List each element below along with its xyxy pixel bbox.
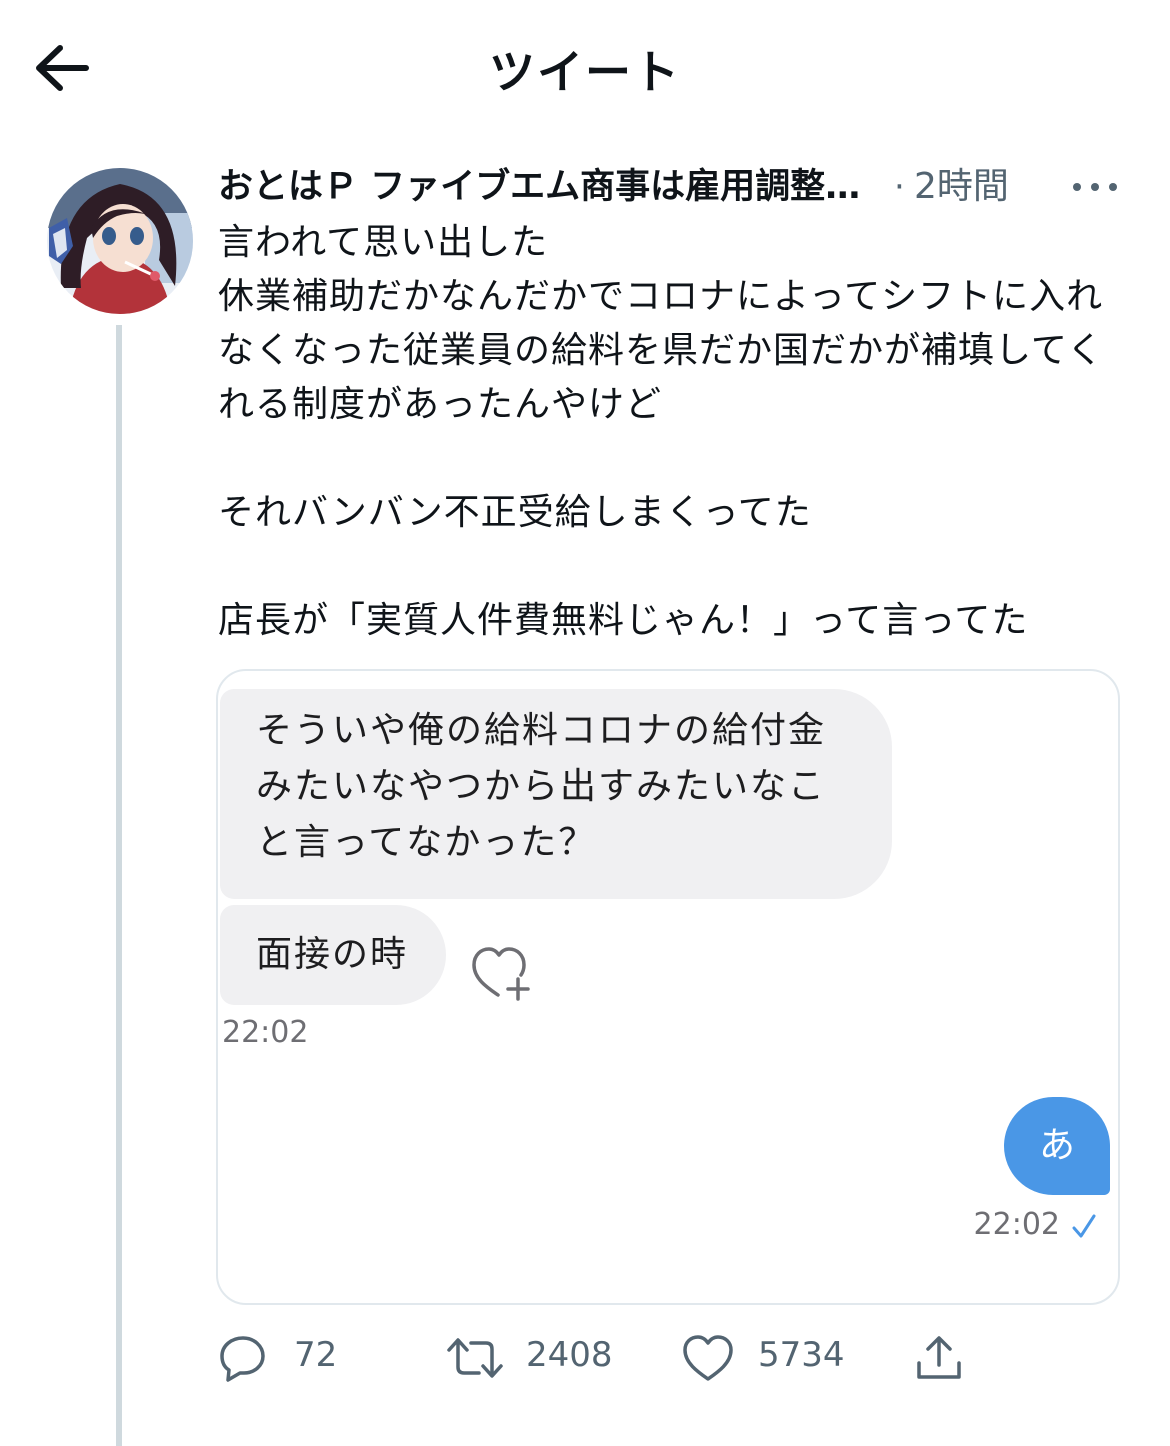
heart-icon	[683, 1335, 733, 1381]
tweet-actions-bar: 72 2408 5734	[0, 1325, 1170, 1395]
attached-image-chat-screenshot[interactable]: そういや俺の給料コロナの給付金みたいなやつから出すみたいなこと言ってなかった？ …	[216, 669, 1120, 1305]
reply-button[interactable]: 72	[218, 1325, 358, 1391]
chat-bubble-incoming: 面接の時	[220, 905, 446, 1005]
chat-bubble-outgoing: あ	[1004, 1097, 1110, 1195]
author-avatar[interactable]	[47, 168, 193, 314]
author-name[interactable]: おとはＰ ファイブエム商事は雇用調整助成金受給	[218, 162, 888, 212]
share-icon	[917, 1336, 961, 1379]
like-button[interactable]: 5734	[682, 1325, 862, 1391]
page-title: ツイート	[489, 45, 681, 99]
read-check-icon	[1072, 1214, 1096, 1238]
message-time-sent: 22:02	[973, 1207, 1060, 1242]
more-options-icon[interactable]	[1070, 174, 1120, 200]
top-bar: ツイート	[0, 0, 1170, 130]
retweet-count: 2408	[526, 1335, 613, 1375]
retweet-icon	[447, 1338, 503, 1378]
retweet-button[interactable]: 2408	[446, 1325, 626, 1391]
tweet-timestamp[interactable]: 2時間	[914, 162, 1009, 212]
reply-count: 72	[294, 1335, 338, 1375]
tweet-text: 言われて思い出した 休業補助だかなんだかでコロナによってシフトに入れなくなった従…	[218, 222, 1104, 641]
heart-plus-icon[interactable]	[468, 943, 534, 1003]
message-time: 22:02	[222, 1015, 309, 1050]
share-button[interactable]	[914, 1325, 970, 1391]
separator-dot: ·	[894, 167, 905, 207]
avatar-illustration	[47, 168, 193, 314]
reply-icon	[220, 1336, 265, 1382]
chat-bubble-incoming: そういや俺の給料コロナの給付金みたいなやつから出すみたいなこと言ってなかった？	[220, 689, 892, 899]
thread-line	[116, 325, 122, 1446]
like-count: 5734	[758, 1335, 845, 1375]
tweet-header: おとはＰ ファイブエム商事は雇用調整助成金受給 · 2時間	[218, 162, 1128, 212]
